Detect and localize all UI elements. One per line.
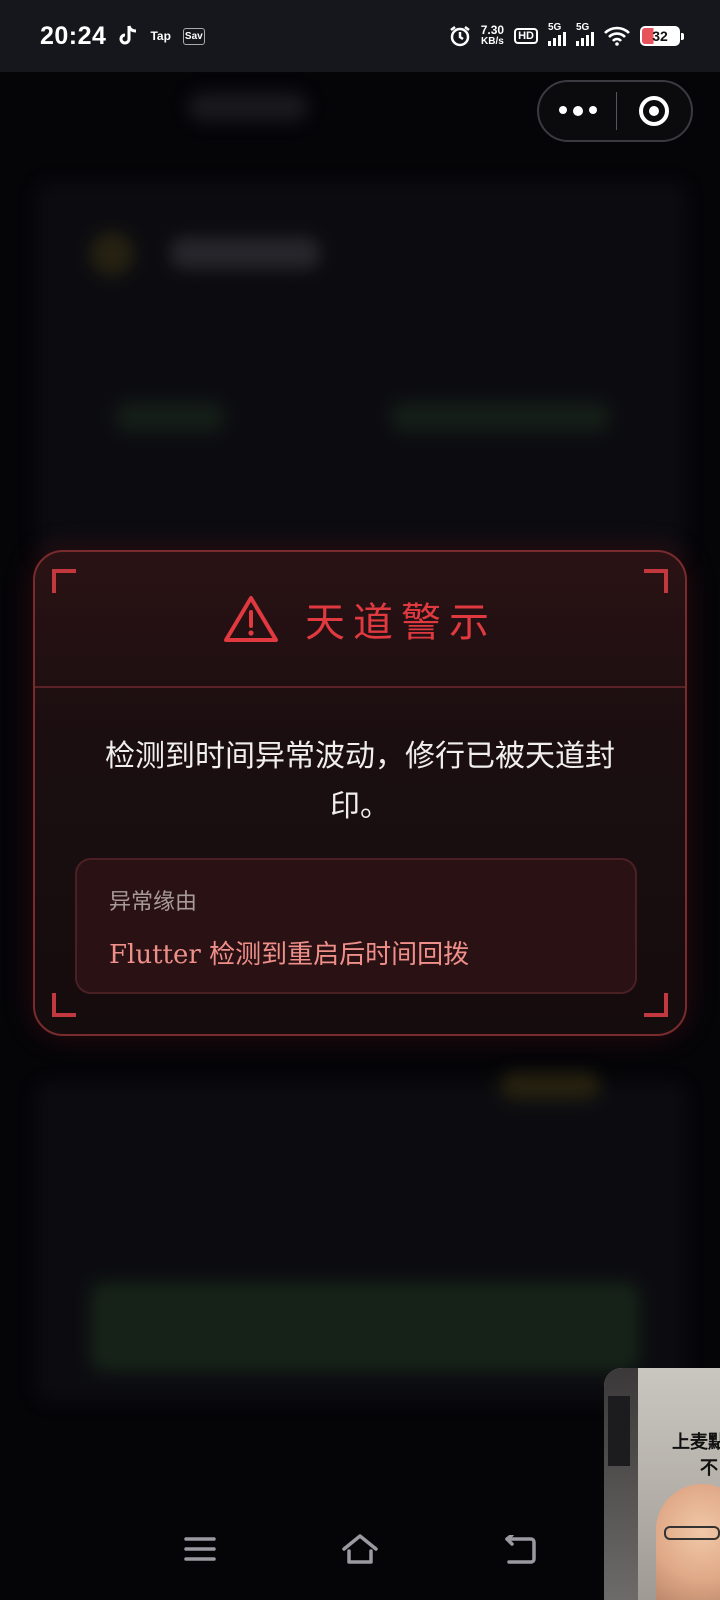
floating-video-window[interactable]: 上麦點 不 [604, 1368, 720, 1600]
reason-box: 异常缘由 Flutter 检测到重启后时间回拨 [75, 858, 637, 994]
target-close-icon [639, 96, 669, 126]
miniprogram-capsule [537, 80, 693, 142]
hd-voice-icon: HD [514, 28, 538, 44]
tap-app-icon: Tap [150, 29, 171, 43]
clock: 20:24 [40, 21, 107, 50]
video-caption-line1: 上麦點 [672, 1432, 720, 1453]
bg-green-button [90, 1282, 640, 1372]
signal-icon-sim2: 5G [576, 22, 594, 46]
alarm-icon [450, 26, 470, 47]
status-bar: 20:24 Tap Sav 7.30 KB/s HD 5G 5G 32 [0, 0, 720, 72]
back-nav-button[interactable] [503, 1535, 537, 1565]
bg-card [36, 182, 686, 562]
network-speed: 7.30 KB/s [480, 23, 505, 47]
menu-nav-button[interactable] [183, 1535, 217, 1563]
bg-name [170, 237, 320, 269]
signal-icon-sim1: 5G [548, 22, 566, 46]
bg-header-title [188, 92, 308, 122]
notification-icons: Tap Sav [118, 25, 205, 47]
more-options-button[interactable] [539, 106, 616, 116]
more-dots-icon [558, 106, 567, 114]
video-person [656, 1484, 720, 1600]
corner-decoration-bottom-left [52, 993, 76, 1017]
corner-decoration-bottom-right [644, 993, 668, 1017]
wifi-icon [604, 26, 630, 46]
corner-decoration-top-left [52, 569, 76, 593]
close-miniprogram-button[interactable] [617, 96, 691, 126]
warning-triangle-icon [224, 596, 278, 642]
bg-chip-left [115, 402, 225, 432]
video-tv [608, 1396, 630, 1466]
sav-app-icon: Sav [182, 27, 205, 45]
video-caption-line2: 不 [700, 1458, 718, 1479]
reason-value: Flutter 检测到重启后时间回拨 [109, 940, 470, 970]
corner-decoration-top-right [644, 569, 668, 593]
bg-chip-right [390, 402, 610, 432]
home-nav-button[interactable] [340, 1532, 380, 1566]
dialog-title: 天道警示 [305, 600, 497, 646]
dialog-message: 检测到时间异常波动，修行已被天道封印。 [105, 739, 615, 824]
bg-gold-chip [500, 1072, 600, 1100]
battery-indicator: 32 [640, 26, 684, 46]
tiktok-icon [119, 25, 137, 45]
warning-dialog: 天道警示 检测到时间异常波动，修行已被天道封印。 异常缘由 Flutter 检测… [33, 550, 687, 1036]
reason-label: 异常缘由 [109, 890, 198, 915]
bg-avatar [90, 232, 134, 276]
dialog-header: 天道警示 [35, 552, 685, 688]
